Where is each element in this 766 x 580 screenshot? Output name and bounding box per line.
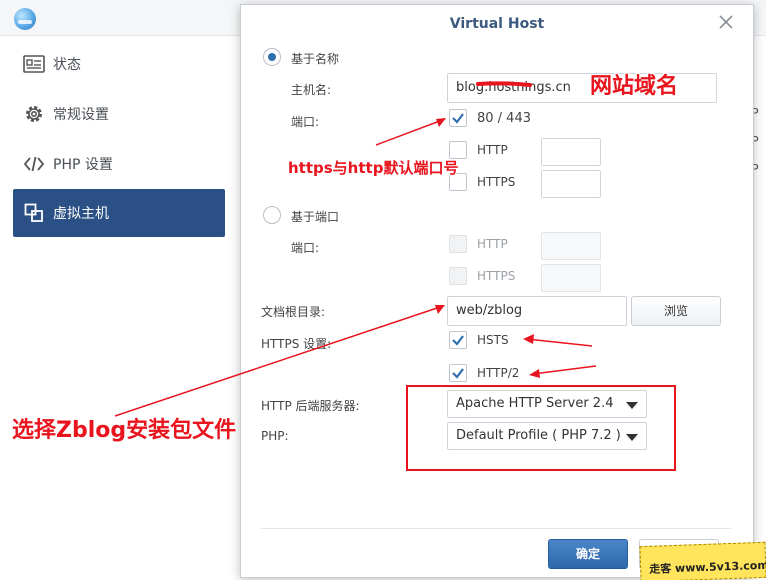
sidebar-item-status[interactable]: 状态	[13, 40, 225, 88]
docroot-label: 文档根目录:	[261, 305, 326, 319]
sidebar-item-general-settings[interactable]: 常规设置	[13, 90, 225, 138]
checkmark-icon	[452, 368, 464, 379]
ok-button[interactable]: 确定	[548, 539, 628, 569]
port-based-http-input[interactable]	[541, 232, 601, 260]
hsts-label: HSTS	[477, 333, 509, 347]
hostname-value: blog.hostnings.cn	[456, 80, 571, 95]
name-based-radio[interactable]	[263, 48, 281, 66]
default-port-checkbox[interactable]	[449, 109, 467, 127]
virtual-host-icon	[23, 202, 45, 224]
watermark-badge: 走客 www.5v13.com	[639, 541, 766, 580]
sidebar-item-php-settings[interactable]: PHP 设置	[13, 140, 225, 188]
http-port-input[interactable]	[541, 138, 601, 166]
http-port-label: HTTP	[477, 143, 508, 157]
sidebar-item-label: 状态	[53, 57, 81, 73]
https-port-input[interactable]	[541, 170, 601, 198]
hsts-checkbox[interactable]	[449, 331, 467, 349]
hostname-label: 主机名:	[291, 83, 332, 97]
sidebar-item-label: 虚拟主机	[53, 206, 109, 222]
docroot-value: web/zblog	[456, 303, 523, 318]
http2-checkbox[interactable]	[449, 364, 467, 382]
annotation-box	[406, 385, 676, 471]
watermark-text: 走客 www.5v13.com	[648, 558, 766, 576]
port-based-https-label: HTTPS	[477, 269, 516, 283]
sidebar: 状态 常规设置 PHP 设置 虚拟主机	[0, 36, 240, 580]
http2-label: HTTP/2	[477, 366, 520, 380]
port-based-https-input[interactable]	[541, 264, 601, 292]
annotation-zblog: 选择Zblog安装包文件	[12, 418, 237, 443]
port-label: 端口:	[291, 115, 320, 129]
default-port-label: 80 / 443	[477, 111, 531, 126]
status-card-icon	[23, 53, 45, 75]
checkmark-icon	[452, 113, 464, 124]
port-based-port-label: 端口:	[291, 241, 320, 255]
backend-label: HTTP 后端服务器:	[261, 399, 360, 413]
port-based-label: 基于端口	[291, 210, 340, 224]
code-icon	[23, 153, 45, 175]
sidebar-item-label: 常规设置	[53, 107, 109, 123]
app-logo-icon	[14, 8, 36, 30]
annotation-port: https与http默认端口号	[288, 159, 459, 177]
gear-icon	[23, 103, 45, 125]
close-icon[interactable]	[719, 15, 735, 31]
docroot-input[interactable]: web/zblog	[447, 296, 627, 326]
sidebar-item-virtual-host[interactable]: 虚拟主机	[13, 189, 225, 237]
name-based-label: 基于名称	[291, 52, 340, 66]
port-based-http-label: HTTP	[477, 237, 508, 251]
port-based-https-checkbox[interactable]	[449, 267, 467, 285]
port-based-http-checkbox[interactable]	[449, 235, 467, 253]
port-based-radio[interactable]	[263, 206, 281, 224]
browse-button[interactable]: 浏览	[631, 296, 721, 326]
footer-divider	[261, 528, 731, 529]
php-label: PHP:	[261, 429, 289, 443]
https-settings-label: HTTPS 设置:	[261, 337, 332, 351]
https-port-label: HTTPS	[477, 175, 516, 189]
checkmark-icon	[452, 335, 464, 346]
annotation-domain: 网站域名	[590, 74, 679, 99]
dialog-title: Virtual Host	[449, 16, 545, 32]
sidebar-item-label: PHP 设置	[53, 157, 113, 173]
